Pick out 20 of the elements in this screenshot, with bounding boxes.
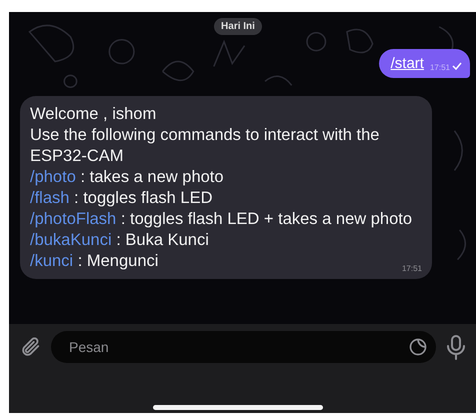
command-link[interactable]: /photo [30,168,76,186]
message-text: /flash : toggles flash LED [30,188,213,209]
command-link[interactable]: /bukaKunci [30,231,112,249]
date-label: Hari Ini [214,18,262,35]
message-text: Use the following commands to interact with the ESP32-CAM [30,125,380,167]
message-field[interactable]: Pesan [51,331,436,363]
message-text: /kunci : Mengunci [30,251,158,272]
sticker-icon[interactable] [408,337,428,357]
command-link[interactable]: /start [390,55,424,72]
message-time: 17:51 [402,264,422,273]
message-time: 17:51 [430,63,450,72]
command-link[interactable]: /flash [30,189,70,207]
message-text: /photoFlash : toggles flash LED + takes a new photo [30,209,412,230]
command-link[interactable]: /photoFlash [30,210,116,228]
microphone-icon[interactable] [446,334,466,360]
check-icon [452,62,462,70]
command-link[interactable]: /kunci [30,252,74,270]
message-text: Welcome , ishom [30,104,156,125]
message-text: /bukaKunci : Buka Kunci [30,230,209,251]
message-text: /photo : takes a new photo [30,167,224,188]
